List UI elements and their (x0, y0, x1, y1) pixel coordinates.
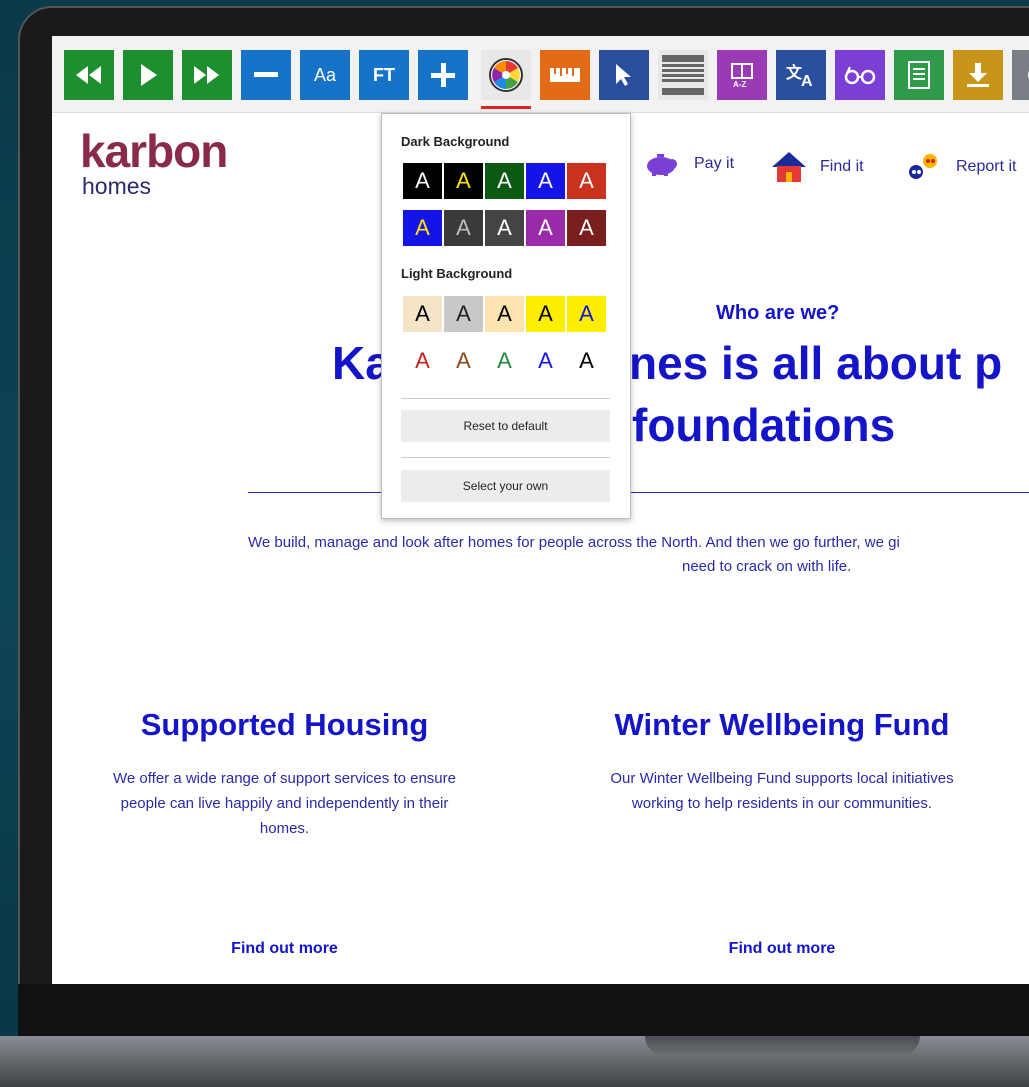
dictionary-icon: A-Z (731, 63, 753, 88)
svg-text:A-Z: A-Z (733, 80, 746, 88)
active-tool-indicator (481, 106, 531, 109)
light-swatch-1-1[interactable]: A (402, 295, 443, 333)
screen-mask-icon (662, 55, 704, 95)
card-title-supported-housing: Supported Housing (140, 707, 429, 742)
light-swatch-2-2[interactable]: A (443, 342, 484, 380)
browser-screen: Aa FT A-Z 文 A karbon homes Pay it Find i… (52, 36, 1029, 984)
dictionary-button[interactable]: A-Z (717, 50, 767, 100)
light-swatch-1-5[interactable]: A (566, 295, 607, 333)
dark-swatch-2-5[interactable]: A (566, 209, 607, 247)
dark-swatch-2-2[interactable]: A (443, 209, 484, 247)
dark-swatch-1-3[interactable]: A (484, 162, 525, 200)
play-icon (141, 64, 157, 86)
card-body-winter-wellbeing: Our Winter Wellbeing Fund supports local… (610, 770, 954, 812)
decrease-text-button[interactable] (241, 50, 291, 100)
hero-headline-right: nes is all about p (629, 337, 1003, 389)
dark-background-label: Dark Background (401, 134, 510, 149)
minus-icon (254, 72, 278, 77)
light-swatch-row-1: AAAAA (402, 295, 607, 333)
site-logo-sub: homes (82, 173, 152, 199)
light-swatch-1-4[interactable]: A (525, 295, 566, 333)
text-size-button[interactable]: Aa (300, 50, 350, 100)
cursor-icon (616, 64, 631, 86)
download-button[interactable] (953, 50, 1003, 100)
report-icon (909, 154, 937, 179)
light-swatch-2-1[interactable]: A (402, 342, 443, 380)
simplify-button[interactable] (835, 50, 885, 100)
intro-text-line1: We build, manage and look after homes fo… (248, 534, 900, 551)
card-title-winter-wellbeing: Winter Wellbeing Fund (614, 707, 950, 742)
nav-find-it-label: Find it (820, 158, 864, 175)
increase-text-button[interactable] (418, 50, 468, 100)
hero-divider (248, 492, 1029, 493)
popup-divider (401, 457, 610, 458)
popup-divider (401, 398, 610, 399)
dark-swatch-2-4[interactable]: A (525, 209, 566, 247)
text-file-icon (908, 61, 930, 89)
plus-icon (431, 63, 455, 87)
dark-swatch-row-1: AAAAA (402, 162, 607, 200)
light-swatch-1-3[interactable]: A (484, 295, 525, 333)
nav-pay-it[interactable]: Pay it (642, 152, 734, 176)
ruler-icon (550, 68, 580, 82)
ruler-button[interactable] (540, 50, 590, 100)
color-contrast-popup: Dark Background AAAAA AAAAA Light Backgr… (381, 113, 631, 519)
laptop-bezel (18, 984, 1029, 1040)
dark-swatch-1-4[interactable]: A (525, 162, 566, 200)
fast-forward-button[interactable] (182, 50, 232, 100)
house-icon (772, 152, 806, 182)
rewind-button[interactable] (64, 50, 114, 100)
nav-pay-it-label: Pay it (694, 155, 735, 172)
card-body-supported-housing: We offer a wide range of support service… (113, 770, 456, 837)
dark-swatch-1-2[interactable]: A (443, 162, 484, 200)
nav-find-it[interactable]: Find it (772, 152, 864, 182)
text-size-icon: Aa (313, 64, 337, 85)
download-icon (967, 63, 989, 87)
screen-mask-button[interactable] (658, 50, 708, 100)
translate-button[interactable]: 文A (776, 50, 826, 100)
nav-report-it[interactable]: Report it (906, 152, 1016, 182)
cursor-button[interactable] (599, 50, 649, 100)
dark-swatch-row-2: AAAAA (402, 209, 607, 247)
hero-kicker: Who are we? (716, 302, 840, 324)
play-button[interactable] (123, 50, 173, 100)
nav-report-it-label: Report it (956, 158, 1017, 175)
dark-swatch-2-3[interactable]: A (484, 209, 525, 247)
light-swatch-row-2: AAAAA (402, 342, 607, 380)
dark-swatch-1-1[interactable]: A (402, 162, 443, 200)
intro-text-line2: need to crack on with life. (682, 558, 852, 575)
text-file-button[interactable] (894, 50, 944, 100)
light-swatch-2-5[interactable]: A (566, 342, 607, 380)
more-button[interactable] (1012, 50, 1029, 100)
hero-headline-line2: foundations (632, 399, 896, 451)
laptop-notch (645, 1036, 920, 1056)
color-wheel-icon (489, 58, 523, 92)
piggy-bank-icon (647, 154, 677, 176)
font-type-icon: FT (373, 64, 395, 85)
light-background-label: Light Background (401, 266, 513, 281)
font-type-button[interactable]: FT (359, 50, 409, 100)
reset-to-default-button[interactable]: Reset to default (401, 410, 610, 442)
light-swatch-1-2[interactable]: A (443, 295, 484, 333)
site-logo[interactable]: karbon (80, 128, 228, 174)
card-link-winter-wellbeing[interactable]: Find out more (582, 940, 982, 958)
svg-text:A: A (801, 73, 813, 88)
light-swatch-2-4[interactable]: A (525, 342, 566, 380)
dark-swatch-2-1[interactable]: A (402, 209, 443, 247)
select-your-own-button[interactable]: Select your own (401, 470, 610, 502)
dark-swatch-1-5[interactable]: A (566, 162, 607, 200)
reading-glasses-icon (844, 66, 876, 85)
color-contrast-button[interactable] (481, 50, 531, 100)
fast-forward-icon (194, 66, 219, 84)
translate-icon: 文A (786, 63, 813, 88)
light-swatch-2-3[interactable]: A (484, 342, 525, 380)
rewind-icon (76, 66, 101, 84)
accessibility-toolbar: Aa FT A-Z 文 A (52, 36, 1029, 113)
card-link-supported-housing[interactable]: Find out more (102, 940, 467, 958)
